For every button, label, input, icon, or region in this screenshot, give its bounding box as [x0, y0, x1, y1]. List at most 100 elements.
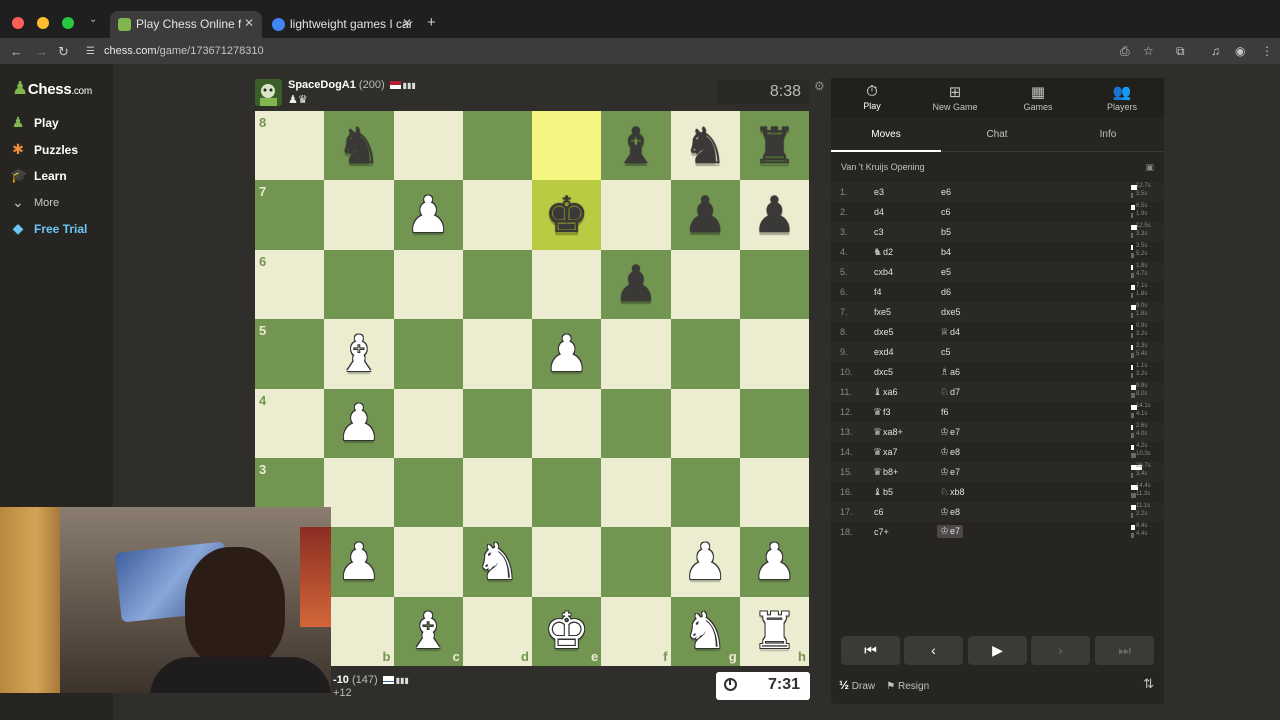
black-bishop-icon[interactable]: ♝ [601, 111, 670, 180]
menu-icon[interactable]: ⋮ [1261, 44, 1273, 58]
subtab-chat[interactable]: Chat [942, 129, 1052, 140]
square-b1[interactable]: b [324, 596, 394, 666]
square-a5[interactable]: 5 [255, 319, 325, 389]
last-move-button[interactable]: ⏭ [1095, 636, 1154, 665]
square-e1[interactable]: e ♚ [532, 596, 602, 666]
square-g8[interactable]: ♞ [670, 111, 740, 181]
opening-name[interactable]: Van 't Kruijs Opening [841, 162, 925, 172]
square-g3[interactable] [670, 457, 740, 528]
white-move[interactable]: ♛xa7 [873, 447, 897, 458]
white-pawn-icon[interactable]: ♟ [324, 527, 393, 596]
black-move[interactable]: ♔e7 [940, 427, 960, 438]
white-bishop-icon[interactable]: ♝ [324, 319, 393, 388]
square-b3[interactable] [324, 457, 394, 528]
tab-new-game[interactable]: ⊞ New Game [920, 83, 990, 112]
flip-board-icon[interactable]: ⇅ [1143, 676, 1154, 692]
black-move[interactable]: f6 [940, 407, 949, 418]
square-c5[interactable] [393, 319, 463, 389]
square-d2[interactable]: ♞ [462, 527, 532, 597]
sidebar-item-free-trial[interactable]: ◆ Free Trial [10, 220, 88, 237]
previous-move-button[interactable]: ‹ [904, 636, 963, 665]
back-icon[interactable]: ← [10, 44, 23, 59]
square-f6[interactable]: ♟ [601, 249, 671, 320]
chess-logo[interactable]: ♟Chess.com [12, 78, 92, 99]
square-d3[interactable] [462, 457, 532, 528]
square-a7[interactable]: 7 [255, 180, 325, 250]
black-move[interactable]: ♔e7 [940, 467, 960, 478]
square-h8[interactable]: ♜ [739, 111, 809, 181]
tab-chess[interactable]: Play Chess Online f ✕ [110, 11, 262, 38]
black-move[interactable]: ♕d4 [940, 327, 960, 338]
white-move[interactable]: ♞d2 [873, 247, 893, 258]
reload-icon[interactable]: ↻ [58, 44, 69, 60]
white-move[interactable]: ♛f3 [873, 407, 890, 418]
white-king-icon[interactable]: ♚ [532, 597, 601, 666]
square-g6[interactable] [670, 249, 740, 320]
tab-games[interactable]: ▦ Games [1003, 83, 1073, 112]
extensions-icon[interactable]: ⧉ [1176, 44, 1185, 59]
play-moves-button[interactable]: ▶ [968, 636, 1027, 665]
square-e4[interactable] [532, 388, 602, 458]
square-c6[interactable] [393, 249, 463, 320]
tab-players[interactable]: 👥 Players [1087, 83, 1157, 112]
square-f2[interactable] [601, 527, 671, 597]
maximize-window-icon[interactable] [62, 17, 74, 29]
square-b4[interactable]: ♟ [324, 388, 394, 458]
black-move[interactable]: ♗a6 [940, 367, 960, 378]
black-move[interactable]: e6 [940, 187, 951, 198]
square-d4[interactable] [462, 388, 532, 458]
square-a6[interactable]: 6 [255, 249, 325, 320]
white-move[interactable]: f4 [873, 287, 882, 298]
close-tab-icon[interactable]: ✕ [402, 16, 412, 30]
square-b2[interactable]: ♟ [324, 527, 394, 597]
black-rook-icon[interactable]: ♜ [740, 111, 809, 180]
black-move[interactable]: c5 [940, 347, 951, 358]
square-d6[interactable] [462, 249, 532, 320]
square-f5[interactable] [601, 319, 671, 389]
square-e8[interactable] [532, 111, 602, 181]
player-name[interactable]: SpaceDogA1 (200) ▮▮▮ [288, 79, 416, 91]
book-icon[interactable]: ▣ [1145, 162, 1154, 173]
profile-icon[interactable]: ◉ [1235, 44, 1245, 58]
white-move[interactable]: ♝xa6 [873, 387, 897, 398]
white-bishop-icon[interactable]: ♝ [394, 597, 463, 666]
square-e7[interactable]: ♚ [532, 180, 602, 250]
square-d1[interactable]: d [462, 596, 532, 666]
square-c2[interactable] [393, 527, 463, 597]
draw-button[interactable]: ½ Draw [839, 678, 875, 692]
square-a4[interactable]: 4 [255, 388, 325, 458]
square-d5[interactable] [462, 319, 532, 389]
white-pawn-icon[interactable]: ♟ [671, 527, 740, 596]
chess-board[interactable]: 8♞♝♞♜7♟♚♟♟6♟5♝♟4♟32♟♞♟♟1abc♝de♚fg♞h♜ [255, 111, 809, 666]
tab-search[interactable]: lightweight games I car ✕ [264, 11, 420, 38]
white-pawn-icon[interactable]: ♟ [324, 389, 393, 458]
square-f8[interactable]: ♝ [601, 111, 671, 181]
white-move[interactable]: e3 [873, 187, 884, 198]
white-move[interactable]: c7+ [873, 527, 889, 538]
square-b6[interactable] [324, 249, 394, 320]
square-e3[interactable] [532, 457, 602, 528]
square-h5[interactable] [739, 319, 809, 389]
square-g2[interactable]: ♟ [670, 527, 740, 597]
white-move[interactable]: cxb4 [873, 267, 893, 278]
square-g4[interactable] [670, 388, 740, 458]
square-h7[interactable]: ♟ [739, 180, 809, 250]
square-h3[interactable] [739, 457, 809, 528]
square-f3[interactable] [601, 457, 671, 528]
white-move[interactable]: ♛b8+ [873, 467, 898, 478]
square-c7[interactable]: ♟ [393, 180, 463, 250]
avatar[interactable] [255, 79, 282, 106]
new-tab-icon[interactable]: + [427, 14, 436, 31]
first-move-button[interactable]: ⏮ [841, 636, 900, 665]
white-move[interactable]: exd4 [873, 347, 894, 358]
black-move[interactable]: d6 [940, 287, 951, 298]
square-e6[interactable] [532, 249, 602, 320]
black-pawn-icon[interactable]: ♟ [740, 180, 809, 249]
black-move[interactable]: ♘d7 [940, 387, 960, 398]
square-a8[interactable]: 8 [255, 111, 325, 181]
tab-play[interactable]: ⏱ Play [837, 83, 907, 111]
install-app-icon[interactable]: ⎙ [1120, 44, 1130, 59]
black-move[interactable]: c6 [940, 207, 951, 218]
square-d8[interactable] [462, 111, 532, 181]
black-move[interactable]: ♔e8 [940, 447, 960, 458]
